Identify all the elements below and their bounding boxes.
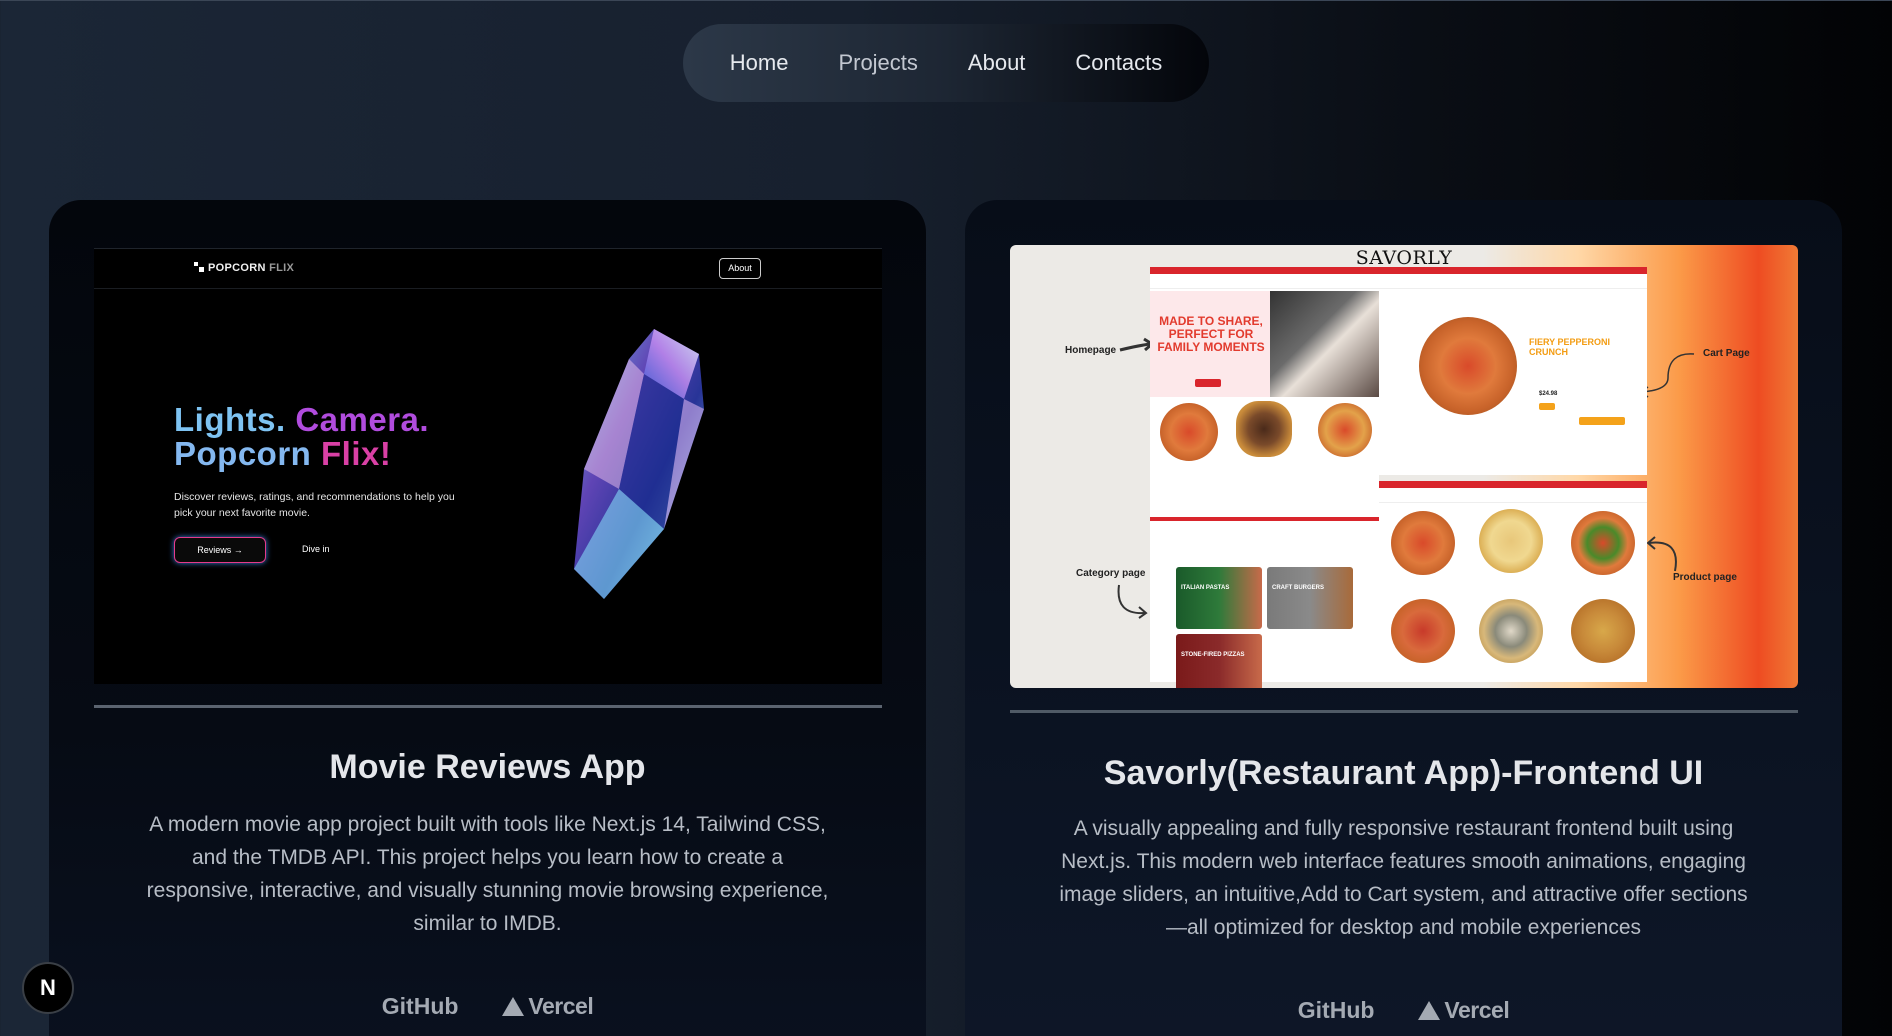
cart-item-price: $24.98 — [1539, 391, 1558, 397]
card-divider — [94, 705, 882, 708]
screenshot-about-button: About — [719, 258, 761, 279]
github-link[interactable]: GitHub — [1298, 997, 1375, 1024]
label-category: Category page — [1076, 568, 1146, 579]
arrow-icon — [1646, 536, 1677, 572]
screenshot-hero-line1: Lights. Camera. — [174, 401, 430, 438]
screenshot-subtitle: Discover reviews, ratings, and recommend… — [174, 491, 455, 519]
card-divider — [1010, 710, 1798, 713]
category-tile-burgers: CRAFT BURGERS — [1267, 567, 1353, 629]
nav-contacts[interactable]: Contacts — [1075, 50, 1162, 76]
project-screenshot-savorly[interactable]: SAVORLY Homepage Cart Page Category page… — [1010, 245, 1798, 688]
vercel-link[interactable]: Vercel — [1418, 997, 1510, 1024]
homepage-preview: MADE TO SHARE, PERFECT FOR FAMILY MOMENT… — [1150, 267, 1379, 688]
vercel-icon — [502, 997, 525, 1016]
screenshot-dive-in-button: Dive in — [302, 544, 330, 554]
nextjs-badge-letter: N — [40, 975, 56, 1000]
project-links: GitHub Vercel — [965, 997, 1842, 1024]
arrow-icon — [1119, 337, 1154, 352]
project-card-savorly: SAVORLY Homepage Cart Page Category page… — [965, 200, 1842, 1036]
label-cart: Cart Page — [1703, 348, 1750, 359]
category-tile-pizzas: STONE-FIRED PIZZAS — [1176, 634, 1262, 688]
project-links: GitHub Vercel — [49, 993, 926, 1020]
crystal-illustration — [574, 329, 704, 599]
top-nav: Home Projects About Contacts — [683, 24, 1209, 102]
nextjs-badge-icon[interactable]: N — [22, 962, 74, 1014]
project-title: Savorly(Restaurant App)-Frontend UI — [1103, 754, 1704, 792]
project-description: A visually appealing and fully responsiv… — [1059, 817, 1748, 939]
project-description: A modern movie app project built with to… — [146, 813, 829, 935]
product-page-preview — [1379, 481, 1647, 682]
top-border — [0, 0, 1892, 1]
cart-item-name: FIERY PEPPERONI CRUNCH — [1529, 337, 1611, 357]
vercel-link[interactable]: Vercel — [502, 993, 594, 1020]
arrow-icon — [1639, 353, 1695, 398]
arrow-icon — [1117, 584, 1148, 619]
vercel-label: Vercel — [1444, 997, 1510, 1023]
category-tile-pastas: ITALIAN PASTAS — [1176, 567, 1262, 629]
project-screenshot-movie[interactable]: POPCORN FLIX About Lights. Camera. Popco… — [94, 248, 882, 684]
nav-projects[interactable]: Projects — [838, 50, 917, 76]
nav-about[interactable]: About — [968, 50, 1026, 76]
project-title: Movie Reviews App — [329, 748, 646, 786]
screenshot-reviews-button: Reviews → — [174, 537, 266, 563]
github-label: GitHub — [1297, 997, 1375, 1023]
github-label: GitHub — [381, 993, 459, 1019]
screenshot-header: POPCORN FLIX About — [94, 249, 882, 289]
vercel-label: Vercel — [528, 993, 594, 1019]
project-card-movie-reviews: POPCORN FLIX About Lights. Camera. Popco… — [49, 200, 926, 1036]
screenshot-logo: POPCORN FLIX — [194, 261, 294, 274]
vercel-icon — [1418, 1001, 1441, 1020]
homepage-hero-text: MADE TO SHARE, PERFECT FOR FAMILY MOMENT… — [1157, 314, 1265, 354]
github-link[interactable]: GitHub — [382, 993, 459, 1020]
cart-page-preview: FIERY PEPPERONI CRUNCH $24.98 — [1379, 267, 1647, 475]
nav-home[interactable]: Home — [730, 50, 789, 76]
screenshot-brand: SAVORLY — [1355, 247, 1453, 269]
screenshot-hero-line2: Popcorn Flix! — [174, 435, 392, 472]
popcorn-logo-icon — [194, 262, 204, 272]
label-homepage: Homepage — [1065, 345, 1117, 356]
